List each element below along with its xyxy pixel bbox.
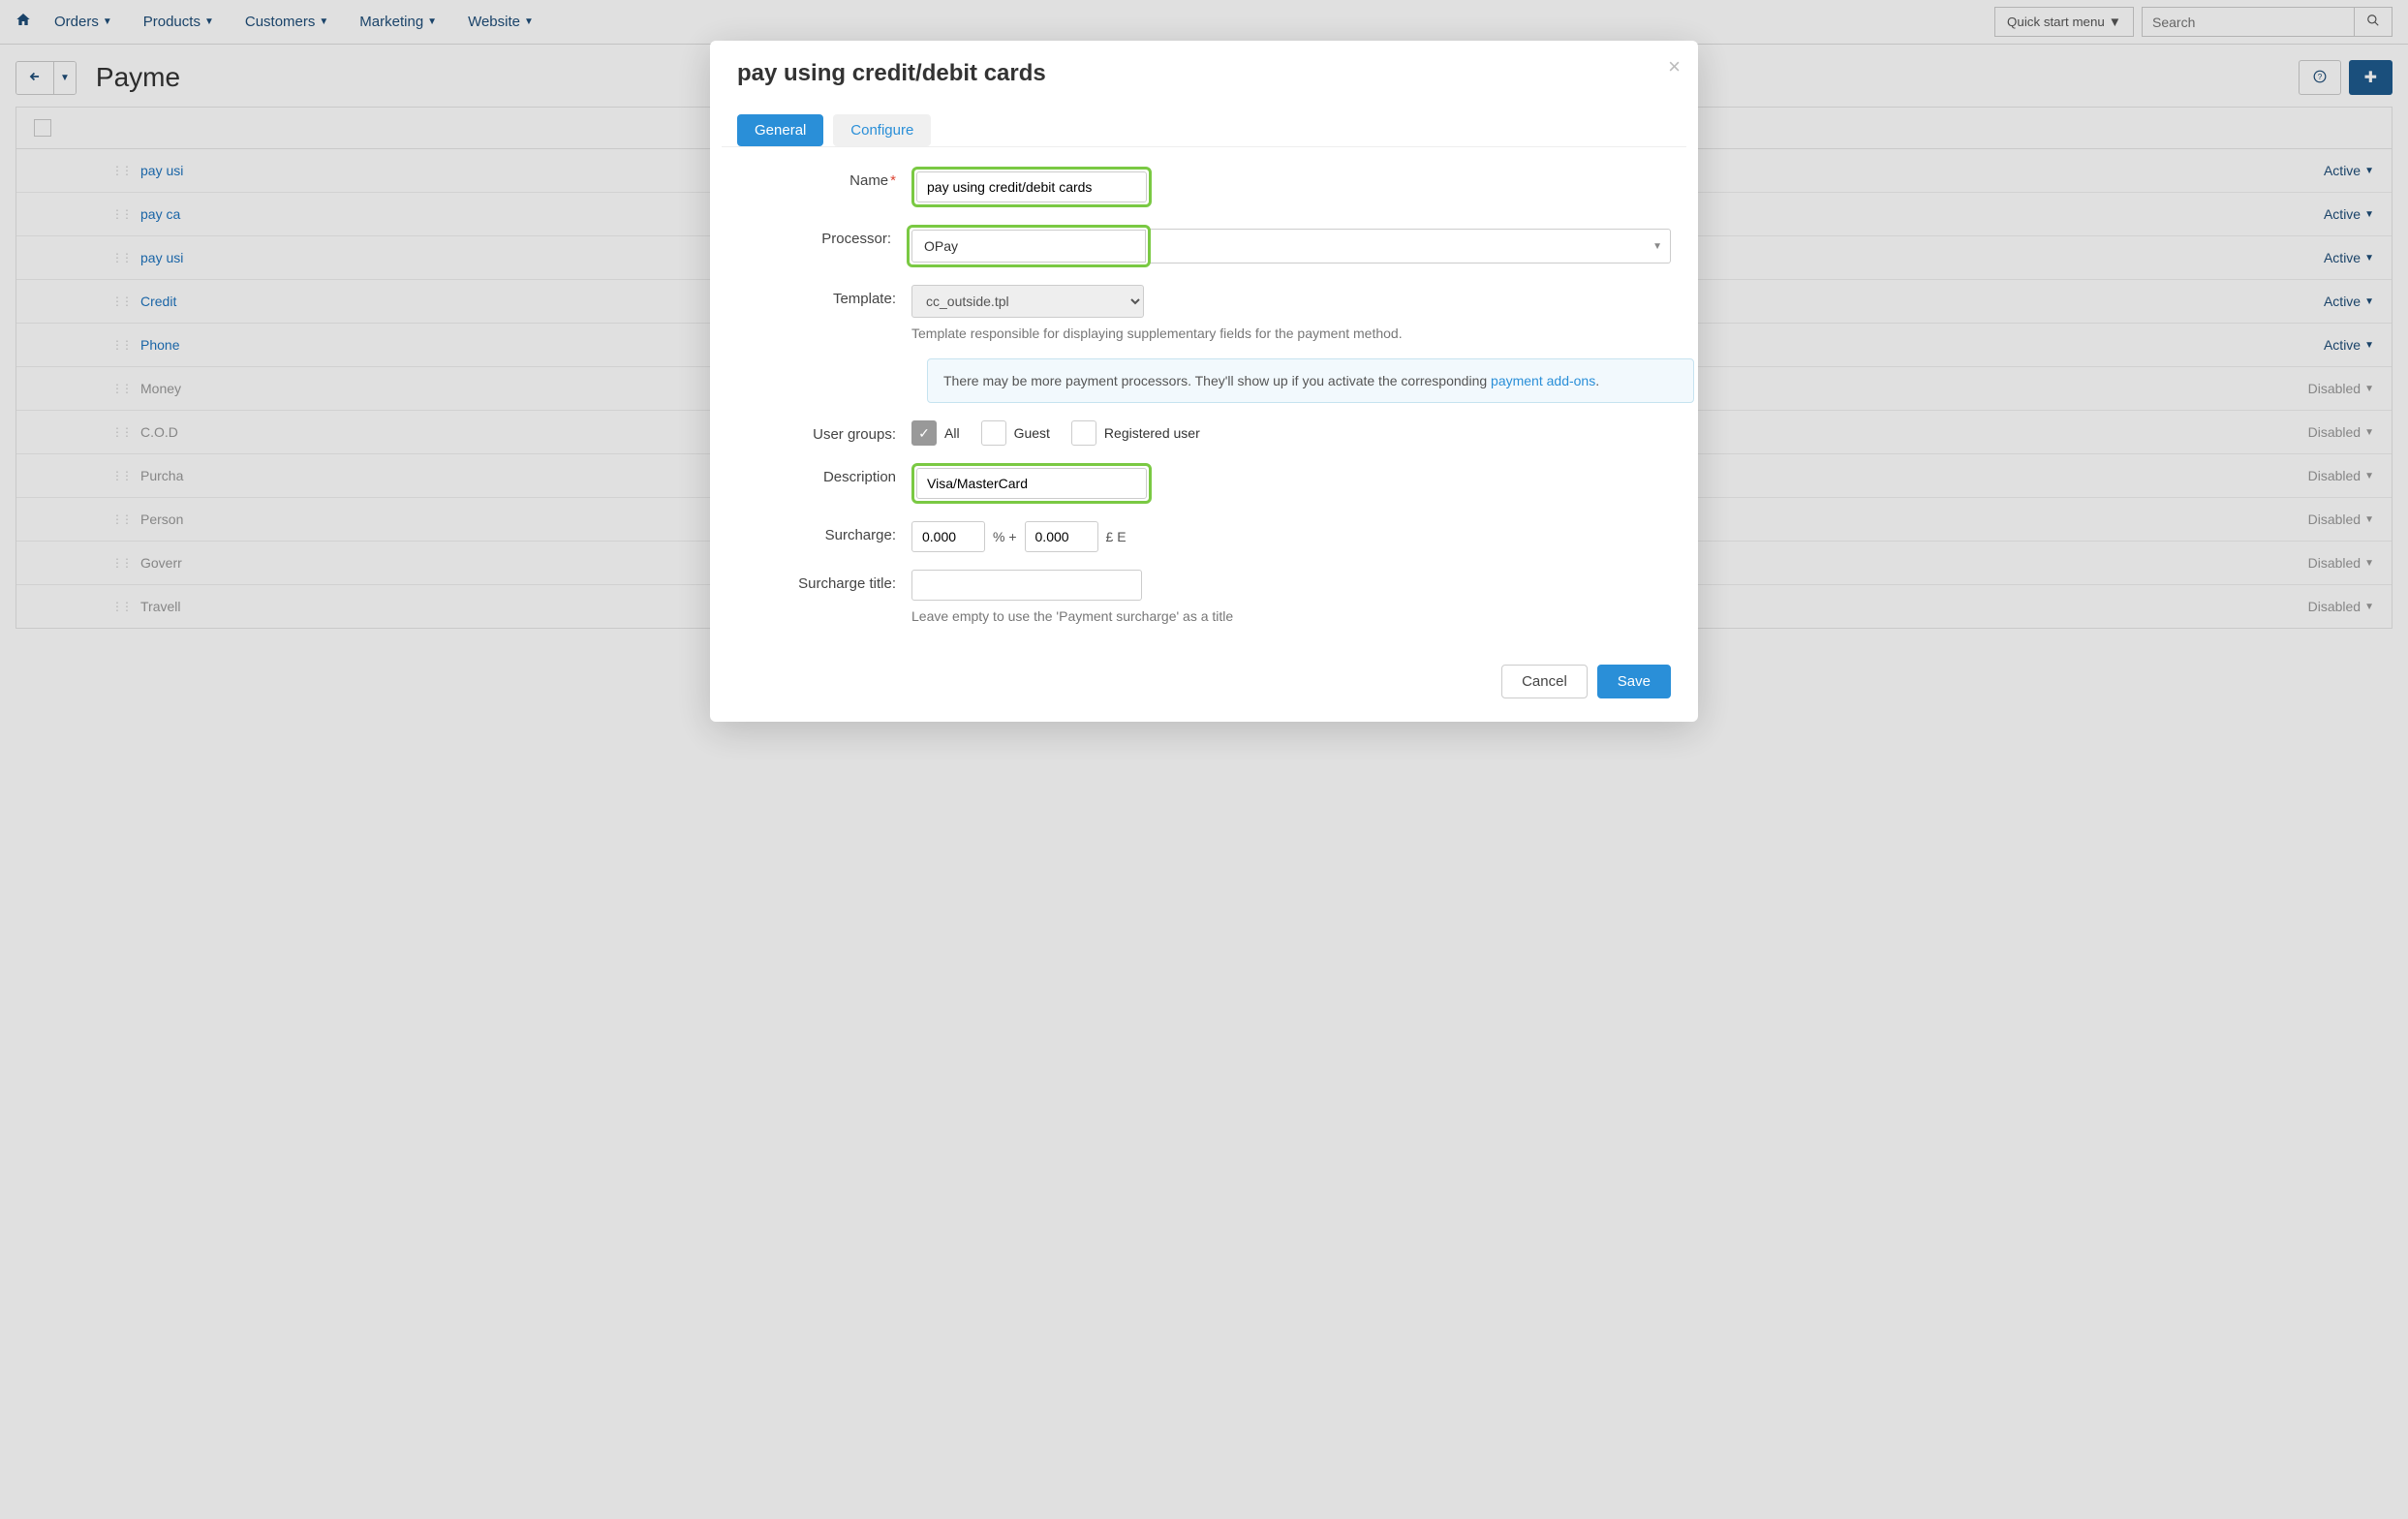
processor-select[interactable]: OPay	[911, 230, 1146, 263]
tab-general[interactable]: General	[737, 114, 823, 146]
template-select[interactable]: cc_outside.tpl	[911, 285, 1144, 318]
surcharge-title-input[interactable]	[911, 570, 1142, 601]
modal-tabs: General Configure	[722, 103, 1686, 147]
surcharge-title-label: Surcharge title:	[737, 570, 911, 592]
chevron-down-icon: ▼	[1652, 241, 1662, 252]
user-groups-label: User groups:	[737, 420, 911, 443]
surcharge-percent-input[interactable]	[911, 521, 985, 552]
payment-addons-link[interactable]: payment add-ons	[1491, 373, 1595, 388]
cancel-button[interactable]: Cancel	[1501, 665, 1588, 698]
name-label: Name*	[737, 167, 911, 189]
usergroup-guest-checkbox[interactable]	[981, 420, 1006, 446]
usergroup-guest-label: Guest	[1014, 425, 1050, 441]
surcharge-flat-unit: £ E	[1104, 529, 1128, 544]
surcharge-label: Surcharge:	[737, 521, 911, 543]
processor-label: Processor:	[737, 225, 907, 247]
surcharge-flat-input[interactable]	[1025, 521, 1098, 552]
processor-select-dropdown[interactable]: ▼	[1148, 229, 1671, 264]
modal-title: pay using credit/debit cards	[737, 60, 1671, 87]
description-input[interactable]	[916, 468, 1147, 499]
usergroup-all-checkbox[interactable]: ✓	[911, 420, 937, 446]
usergroup-all-label: All	[944, 425, 960, 441]
template-helper: Template responsible for displaying supp…	[911, 326, 1671, 341]
edit-payment-modal: pay using credit/debit cards × General C…	[710, 41, 1698, 722]
name-input[interactable]	[916, 171, 1147, 202]
surcharge-percent-unit: % +	[991, 529, 1019, 544]
description-label: Description	[737, 463, 911, 485]
surcharge-title-helper: Leave empty to use the 'Payment surcharg…	[911, 608, 1671, 624]
save-button[interactable]: Save	[1597, 665, 1671, 698]
tab-configure[interactable]: Configure	[833, 114, 931, 146]
processor-info: There may be more payment processors. Th…	[927, 358, 1694, 403]
close-button[interactable]: ×	[1668, 54, 1681, 79]
usergroup-registered-checkbox[interactable]	[1071, 420, 1096, 446]
template-label: Template:	[737, 285, 911, 307]
usergroup-registered-label: Registered user	[1104, 425, 1200, 441]
